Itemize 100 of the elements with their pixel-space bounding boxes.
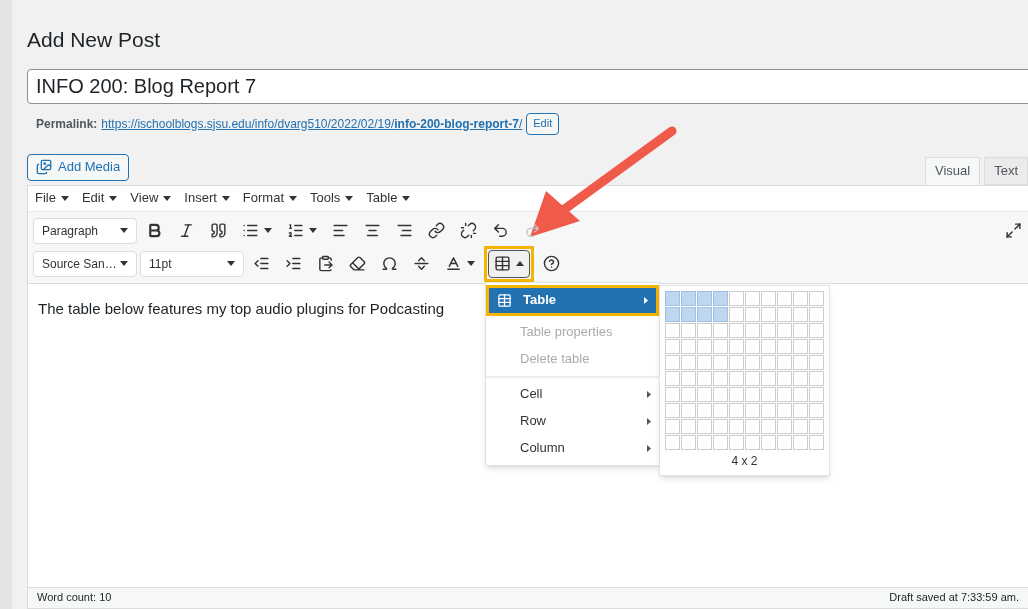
grid-square[interactable] bbox=[793, 322, 808, 338]
grid-square[interactable] bbox=[809, 354, 824, 370]
menu-item[interactable]: Insert bbox=[184, 188, 230, 208]
grid-square[interactable] bbox=[697, 370, 712, 386]
grid-square[interactable] bbox=[697, 290, 712, 306]
grid-square[interactable] bbox=[729, 290, 744, 306]
grid-square[interactable] bbox=[697, 418, 712, 434]
grid-square[interactable] bbox=[681, 338, 696, 354]
grid-square[interactable] bbox=[793, 354, 808, 370]
grid-square[interactable] bbox=[793, 370, 808, 386]
grid-square[interactable] bbox=[793, 418, 808, 434]
grid-square[interactable] bbox=[793, 338, 808, 354]
grid-square[interactable] bbox=[697, 354, 712, 370]
grid-square[interactable] bbox=[681, 370, 696, 386]
grid-square[interactable] bbox=[729, 386, 744, 402]
grid-square[interactable] bbox=[777, 338, 792, 354]
grid-square[interactable] bbox=[713, 370, 728, 386]
grid-square[interactable] bbox=[761, 434, 776, 450]
grid-square[interactable] bbox=[713, 338, 728, 354]
grid-square[interactable] bbox=[665, 306, 680, 322]
grid-square[interactable] bbox=[729, 322, 744, 338]
grid-square[interactable] bbox=[729, 418, 744, 434]
grid-square[interactable] bbox=[777, 290, 792, 306]
grid-square[interactable] bbox=[665, 418, 680, 434]
grid-square[interactable] bbox=[761, 386, 776, 402]
grid-square[interactable] bbox=[745, 434, 760, 450]
grid-square[interactable] bbox=[681, 386, 696, 402]
grid-square[interactable] bbox=[777, 402, 792, 418]
grid-square[interactable] bbox=[745, 354, 760, 370]
grid-square[interactable] bbox=[713, 386, 728, 402]
grid-square[interactable] bbox=[761, 402, 776, 418]
grid-square[interactable] bbox=[681, 434, 696, 450]
dropdown-select[interactable]: Paragraph bbox=[33, 217, 137, 244]
grid-square[interactable] bbox=[745, 306, 760, 322]
grid-square[interactable] bbox=[697, 306, 712, 322]
grid-square[interactable] bbox=[745, 290, 760, 306]
menu-item[interactable]: Tools bbox=[310, 188, 354, 208]
grid-square[interactable] bbox=[665, 370, 680, 386]
grid-square[interactable] bbox=[809, 434, 824, 450]
grid-square[interactable] bbox=[729, 434, 744, 450]
grid-square[interactable] bbox=[761, 290, 776, 306]
grid-square[interactable] bbox=[697, 322, 712, 338]
grid-square[interactable] bbox=[809, 370, 824, 386]
grid-square[interactable] bbox=[729, 354, 744, 370]
grid-square[interactable] bbox=[809, 322, 824, 338]
grid-square[interactable] bbox=[809, 290, 824, 306]
grid-square[interactable] bbox=[665, 338, 680, 354]
editor-tab[interactable]: Text bbox=[984, 156, 1028, 185]
grid-square[interactable] bbox=[745, 338, 760, 354]
grid-square[interactable] bbox=[793, 402, 808, 418]
grid-square[interactable] bbox=[697, 402, 712, 418]
grid-square[interactable] bbox=[665, 402, 680, 418]
grid-square[interactable] bbox=[681, 322, 696, 338]
grid-square[interactable] bbox=[745, 386, 760, 402]
grid-square[interactable] bbox=[713, 402, 728, 418]
fullscreen-icon[interactable] bbox=[1005, 221, 1022, 239]
grid-square[interactable] bbox=[729, 338, 744, 354]
grid-square[interactable] bbox=[729, 370, 744, 386]
grid-square[interactable] bbox=[681, 354, 696, 370]
grid-square[interactable] bbox=[681, 402, 696, 418]
grid-square[interactable] bbox=[665, 290, 680, 306]
dropdown-item[interactable]: Cell bbox=[486, 381, 659, 407]
title-input[interactable]: INFO 200: Blog Report 7 bbox=[27, 68, 1028, 104]
menu-item[interactable]: File bbox=[35, 188, 69, 208]
grid-square[interactable] bbox=[793, 434, 808, 450]
grid-square[interactable] bbox=[745, 370, 760, 386]
grid-square[interactable] bbox=[777, 370, 792, 386]
dropdown-item[interactable]: Column bbox=[486, 435, 659, 461]
menu-item[interactable]: Table bbox=[366, 188, 411, 208]
grid-square[interactable] bbox=[745, 402, 760, 418]
grid-square[interactable] bbox=[793, 386, 808, 402]
menu-item[interactable]: View bbox=[130, 188, 172, 208]
dropdown-item[interactable]: Table bbox=[489, 287, 656, 313]
grid-square[interactable] bbox=[761, 370, 776, 386]
grid-square[interactable] bbox=[745, 322, 760, 338]
grid-square[interactable] bbox=[713, 322, 728, 338]
grid-square[interactable] bbox=[729, 306, 744, 322]
grid-square[interactable] bbox=[761, 322, 776, 338]
grid-square[interactable] bbox=[761, 418, 776, 434]
grid-square[interactable] bbox=[681, 290, 696, 306]
dropdown-select[interactable]: Source San… bbox=[33, 250, 137, 277]
grid-square[interactable] bbox=[777, 434, 792, 450]
grid-square[interactable] bbox=[697, 386, 712, 402]
grid-square[interactable] bbox=[809, 338, 824, 354]
grid-square[interactable] bbox=[809, 418, 824, 434]
grid-square[interactable] bbox=[681, 418, 696, 434]
grid-square[interactable] bbox=[761, 338, 776, 354]
grid-square[interactable] bbox=[777, 306, 792, 322]
grid-square[interactable] bbox=[697, 434, 712, 450]
grid-square[interactable] bbox=[665, 322, 680, 338]
grid-square[interactable] bbox=[713, 418, 728, 434]
grid-square[interactable] bbox=[793, 290, 808, 306]
dropdown-item[interactable]: Row bbox=[486, 408, 659, 434]
grid-square[interactable] bbox=[665, 434, 680, 450]
menu-item[interactable]: Format bbox=[242, 188, 297, 208]
grid-square[interactable] bbox=[745, 418, 760, 434]
menu-item[interactable]: Edit bbox=[81, 188, 118, 208]
grid-square[interactable] bbox=[713, 290, 728, 306]
grid-square[interactable] bbox=[793, 306, 808, 322]
editor-tab[interactable]: Visual bbox=[924, 156, 981, 185]
